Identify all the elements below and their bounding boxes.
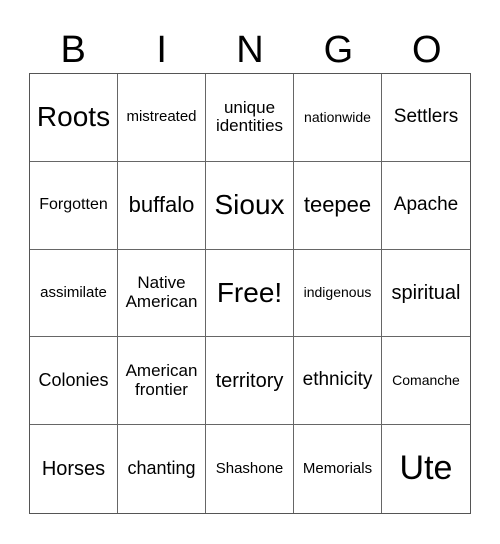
bingo-cell[interactable]: Sioux	[206, 161, 294, 250]
bingo-cell[interactable]: Colonies	[30, 337, 118, 426]
bingo-cell[interactable]: Memorials	[294, 425, 382, 513]
bingo-cell[interactable]: Settlers	[382, 74, 470, 162]
bingo-cell[interactable]: Comanche	[382, 337, 470, 426]
bingo-cell-free-space[interactable]: Free!	[206, 249, 294, 338]
bingo-cell[interactable]: assimilate	[30, 249, 118, 338]
header-letter-b: B	[60, 29, 86, 71]
bingo-cell[interactable]: unique identities	[206, 74, 294, 162]
bingo-cell[interactable]: American frontier	[118, 337, 206, 426]
bingo-cell[interactable]: Apache	[382, 162, 470, 250]
header-letter-g: G	[323, 29, 354, 71]
bingo-cell[interactable]: mistreated	[118, 74, 206, 162]
bingo-cell[interactable]: ethnicity	[294, 337, 382, 426]
header-letter-i: I	[156, 29, 167, 71]
header-letter-n: N	[236, 29, 264, 71]
bingo-cell[interactable]: territory	[206, 337, 294, 426]
bingo-card-grid: Roots mistreated unique identities natio…	[29, 73, 471, 514]
bingo-cell[interactable]: Native American	[118, 249, 206, 338]
bingo-cell[interactable]: spiritual	[382, 250, 470, 338]
header-letter-o: O	[412, 29, 442, 71]
bingo-cell[interactable]: Horses	[30, 425, 118, 513]
bingo-cell[interactable]: chanting	[118, 425, 206, 513]
bingo-cell[interactable]: Shashone	[206, 425, 294, 513]
bingo-header: B I N G O	[29, 28, 471, 72]
bingo-cell[interactable]: indigenous	[294, 249, 382, 338]
bingo-cell[interactable]: Roots	[30, 74, 118, 162]
bingo-cell[interactable]: Forgotten	[30, 161, 118, 250]
bingo-cell[interactable]: Ute	[382, 425, 470, 513]
bingo-cell[interactable]: buffalo	[118, 161, 206, 250]
bingo-cell[interactable]: nationwide	[294, 74, 382, 162]
bingo-cell[interactable]: teepee	[294, 161, 382, 250]
